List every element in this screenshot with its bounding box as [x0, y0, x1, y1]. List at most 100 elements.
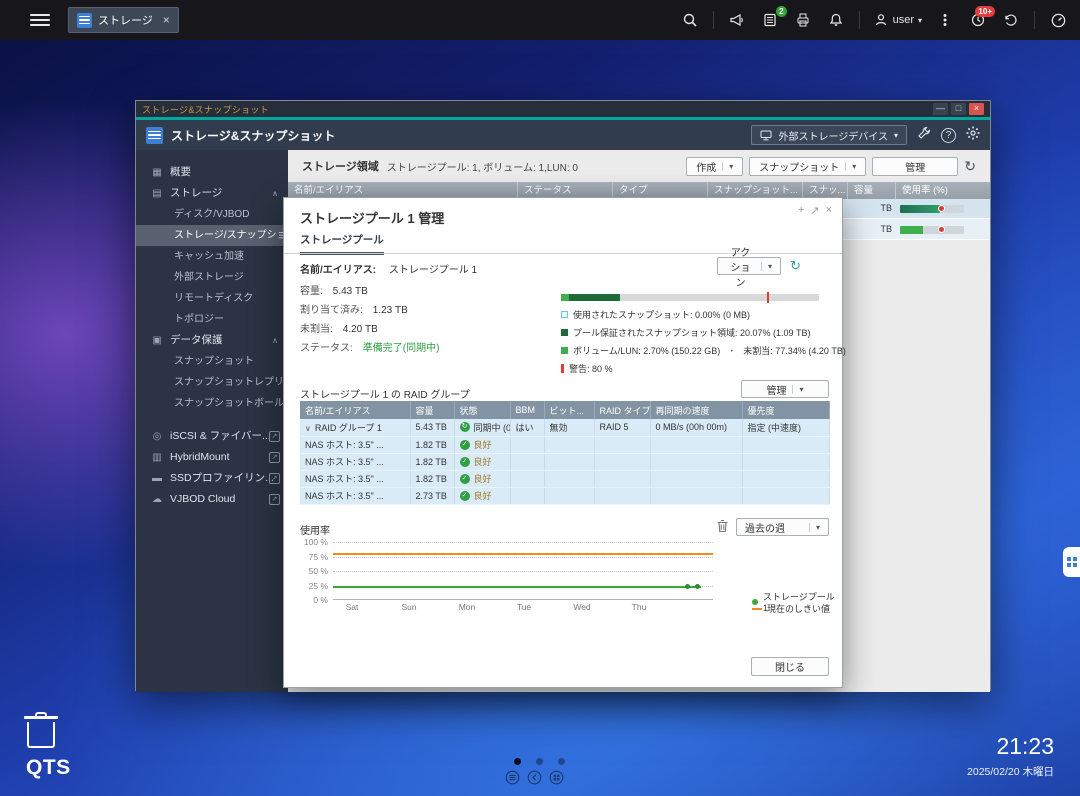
col-capacity: 容量: [848, 182, 896, 199]
show-desktop-grid-icon[interactable]: [549, 770, 564, 785]
col-resync-speed: 再同期の速度: [650, 401, 742, 419]
sidebar-item-overview[interactable]: ▦概要: [136, 162, 288, 183]
raid-priority: 指定 (中速度): [742, 419, 829, 436]
recent-apps-icon[interactable]: [1001, 10, 1021, 30]
chevron-up-icon[interactable]: ∧: [272, 183, 278, 204]
background-tasks-icon[interactable]: 2: [760, 10, 780, 30]
desktop-page-dot-3[interactable]: [558, 758, 565, 765]
disk-capacity: 1.82 TB: [410, 453, 454, 470]
printer-icon[interactable]: [793, 10, 813, 30]
search-icon[interactable]: [680, 10, 700, 30]
sidebar-label: スナップショットレプリカ: [174, 377, 288, 388]
empty-cell: [544, 453, 594, 470]
close-window-button[interactable]: ×: [969, 103, 984, 115]
caret-down-icon: ▾: [792, 385, 803, 394]
allocated-field: 割り当て済み:1.23 TB: [300, 301, 408, 316]
snapshot-button[interactable]: スナップショット▾: [749, 157, 866, 176]
col-bbm: BBM: [510, 401, 544, 419]
sidebar-item-cache-acceleration[interactable]: キャッシュ加速: [136, 246, 288, 267]
chart-legend-threshold: 現在のしきい値: [752, 602, 830, 615]
sidebar-item-data-protection[interactable]: ▣データ保護∧: [136, 330, 288, 351]
create-button[interactable]: 作成▾: [686, 157, 743, 176]
taskbar-tab-label: ストレージ: [98, 12, 153, 28]
sidebar-item-vjbod-cloud[interactable]: ☁VJBOD Cloud↗: [136, 489, 288, 510]
close-dialog-icon[interactable]: ×: [826, 204, 832, 217]
empty-cell: [594, 453, 650, 470]
external-storage-device-button[interactable]: 外部ストレージデバイス ▾: [751, 125, 907, 145]
empty-cell: [650, 470, 742, 487]
taskbar-tab-storage[interactable]: ストレージ ×: [68, 7, 179, 33]
maximize-button[interactable]: □: [951, 103, 966, 115]
diagnostic-tool-icon[interactable]: [917, 126, 931, 145]
sidebar-label: 概要: [170, 162, 191, 183]
threshold-marker-icon[interactable]: [938, 205, 945, 212]
raid-status: 同期中 (0...: [474, 421, 511, 434]
disk-row[interactable]: NAS ホスト: 3.5" ... 1.82 TB ✓良好: [300, 453, 829, 470]
disk-row[interactable]: NAS ホスト: 3.5" ... 1.82 TB ✓良好: [300, 470, 829, 487]
chevron-up-icon[interactable]: ∧: [272, 330, 278, 351]
user-menu[interactable]: user ▾: [873, 12, 922, 28]
taskbar-divider: [859, 11, 860, 29]
settings-gear-icon[interactable]: [966, 126, 980, 145]
announcement-icon[interactable]: [727, 10, 747, 30]
y-tick: 25 %: [300, 581, 328, 591]
tab-storage-pool[interactable]: ストレージプール: [300, 232, 384, 255]
sidebar-item-snapshot-vault[interactable]: スナップショットボールト: [136, 393, 288, 414]
dialog-refresh-icon[interactable]: ↻: [790, 258, 801, 274]
disk-row[interactable]: NAS ホスト: 3.5" ... 1.82 TB ✓良好: [300, 436, 829, 453]
disk-row[interactable]: NAS ホスト: 3.5" ... 2.73 TB ✓良好: [300, 487, 829, 504]
legend-warning: 警告: 80 %: [561, 362, 613, 375]
raid-group-row[interactable]: ∨RAID グループ 1 5.43 TB ↻同期中 (0... はい 無効 RA…: [300, 419, 829, 436]
gridline: [333, 571, 713, 572]
close-dialog-button[interactable]: 閉じる: [751, 657, 829, 676]
period-select[interactable]: 過去の週 ▾: [736, 518, 829, 536]
content-toolbar: ストレージ領域 ストレージプール: 1, ボリューム: 1,LUN: 0 作成▾…: [288, 150, 990, 182]
sidebar-item-external-storage[interactable]: 外部ストレージ: [136, 267, 288, 288]
dashboard-icon[interactable]: [1048, 10, 1068, 30]
window-titlebar[interactable]: ストレージ&スナップショット — □ ×: [136, 101, 990, 117]
sidebar-item-topology[interactable]: トポロジー: [136, 309, 288, 330]
row-capacity: TB: [848, 224, 892, 234]
disk-status: 良好: [474, 438, 492, 451]
recycle-bin-icon[interactable]: [24, 712, 58, 750]
manage-button[interactable]: 管理: [872, 157, 958, 176]
tab-close-icon[interactable]: ×: [163, 13, 170, 27]
desktop-page-dot-2[interactable]: [536, 758, 543, 765]
sidebar-item-remote-disk[interactable]: リモートディスク: [136, 288, 288, 309]
sidebar-item-hybridmount[interactable]: ▥HybridMount↗: [136, 447, 288, 468]
sidebar-item-ssd-profiling[interactable]: ▬SSDプロファイリン...↗: [136, 468, 288, 489]
main-menu-icon[interactable]: [30, 11, 50, 29]
side-panel-handle[interactable]: [1063, 547, 1080, 577]
sidebar-item-storage[interactable]: ▤ストレージ∧: [136, 183, 288, 204]
switch-desktop-icon[interactable]: [527, 770, 542, 785]
sidebar-item-snapshot-replica[interactable]: スナップショットレプリカ: [136, 372, 288, 393]
collapse-icon[interactable]: +: [798, 204, 804, 217]
refresh-icon[interactable]: ↻: [964, 159, 976, 173]
legend-text: 警告: 80 %: [569, 362, 613, 375]
syncing-icon: ↻: [460, 422, 470, 432]
taskbar-divider: [1034, 11, 1035, 29]
notifications-bell-icon[interactable]: [826, 10, 846, 30]
sidebar-label: ストレージ/スナップショ...: [174, 230, 288, 241]
more-options-icon[interactable]: [935, 10, 955, 30]
popout-icon[interactable]: ↗: [810, 204, 819, 217]
snapshot-used-swatch: [561, 311, 568, 318]
sidebar-item-snapshot[interactable]: スナップショット: [136, 351, 288, 372]
minimize-button[interactable]: —: [933, 103, 948, 115]
desktop-date: 2025/02/20 木曜日: [967, 764, 1054, 779]
desktop-clock[interactable]: 21:23: [996, 733, 1054, 760]
check-icon: ✓: [460, 491, 470, 501]
sidebar-item-iscsi-fibre[interactable]: ◎iSCSI & ファイバー...↗: [136, 426, 288, 447]
app-list-icon[interactable]: [505, 770, 520, 785]
raid-manage-button[interactable]: 管理 ▾: [741, 380, 829, 398]
desktop-page-dot-1[interactable]: [514, 758, 521, 765]
sidebar-item-disks-vjbod[interactable]: ディスク/VJBOD: [136, 204, 288, 225]
help-icon[interactable]: ?: [941, 128, 956, 143]
action-button[interactable]: アクション ▾: [717, 257, 781, 275]
chevron-down-icon[interactable]: ∨: [305, 424, 311, 433]
user-name: user: [893, 14, 914, 26]
threshold-marker-icon[interactable]: [938, 226, 945, 233]
sidebar-item-storage-snapshots[interactable]: ストレージ/スナップショ...: [136, 225, 288, 246]
event-notifications-icon[interactable]: 10+: [968, 10, 988, 30]
sidebar-label: HybridMount: [170, 447, 230, 468]
